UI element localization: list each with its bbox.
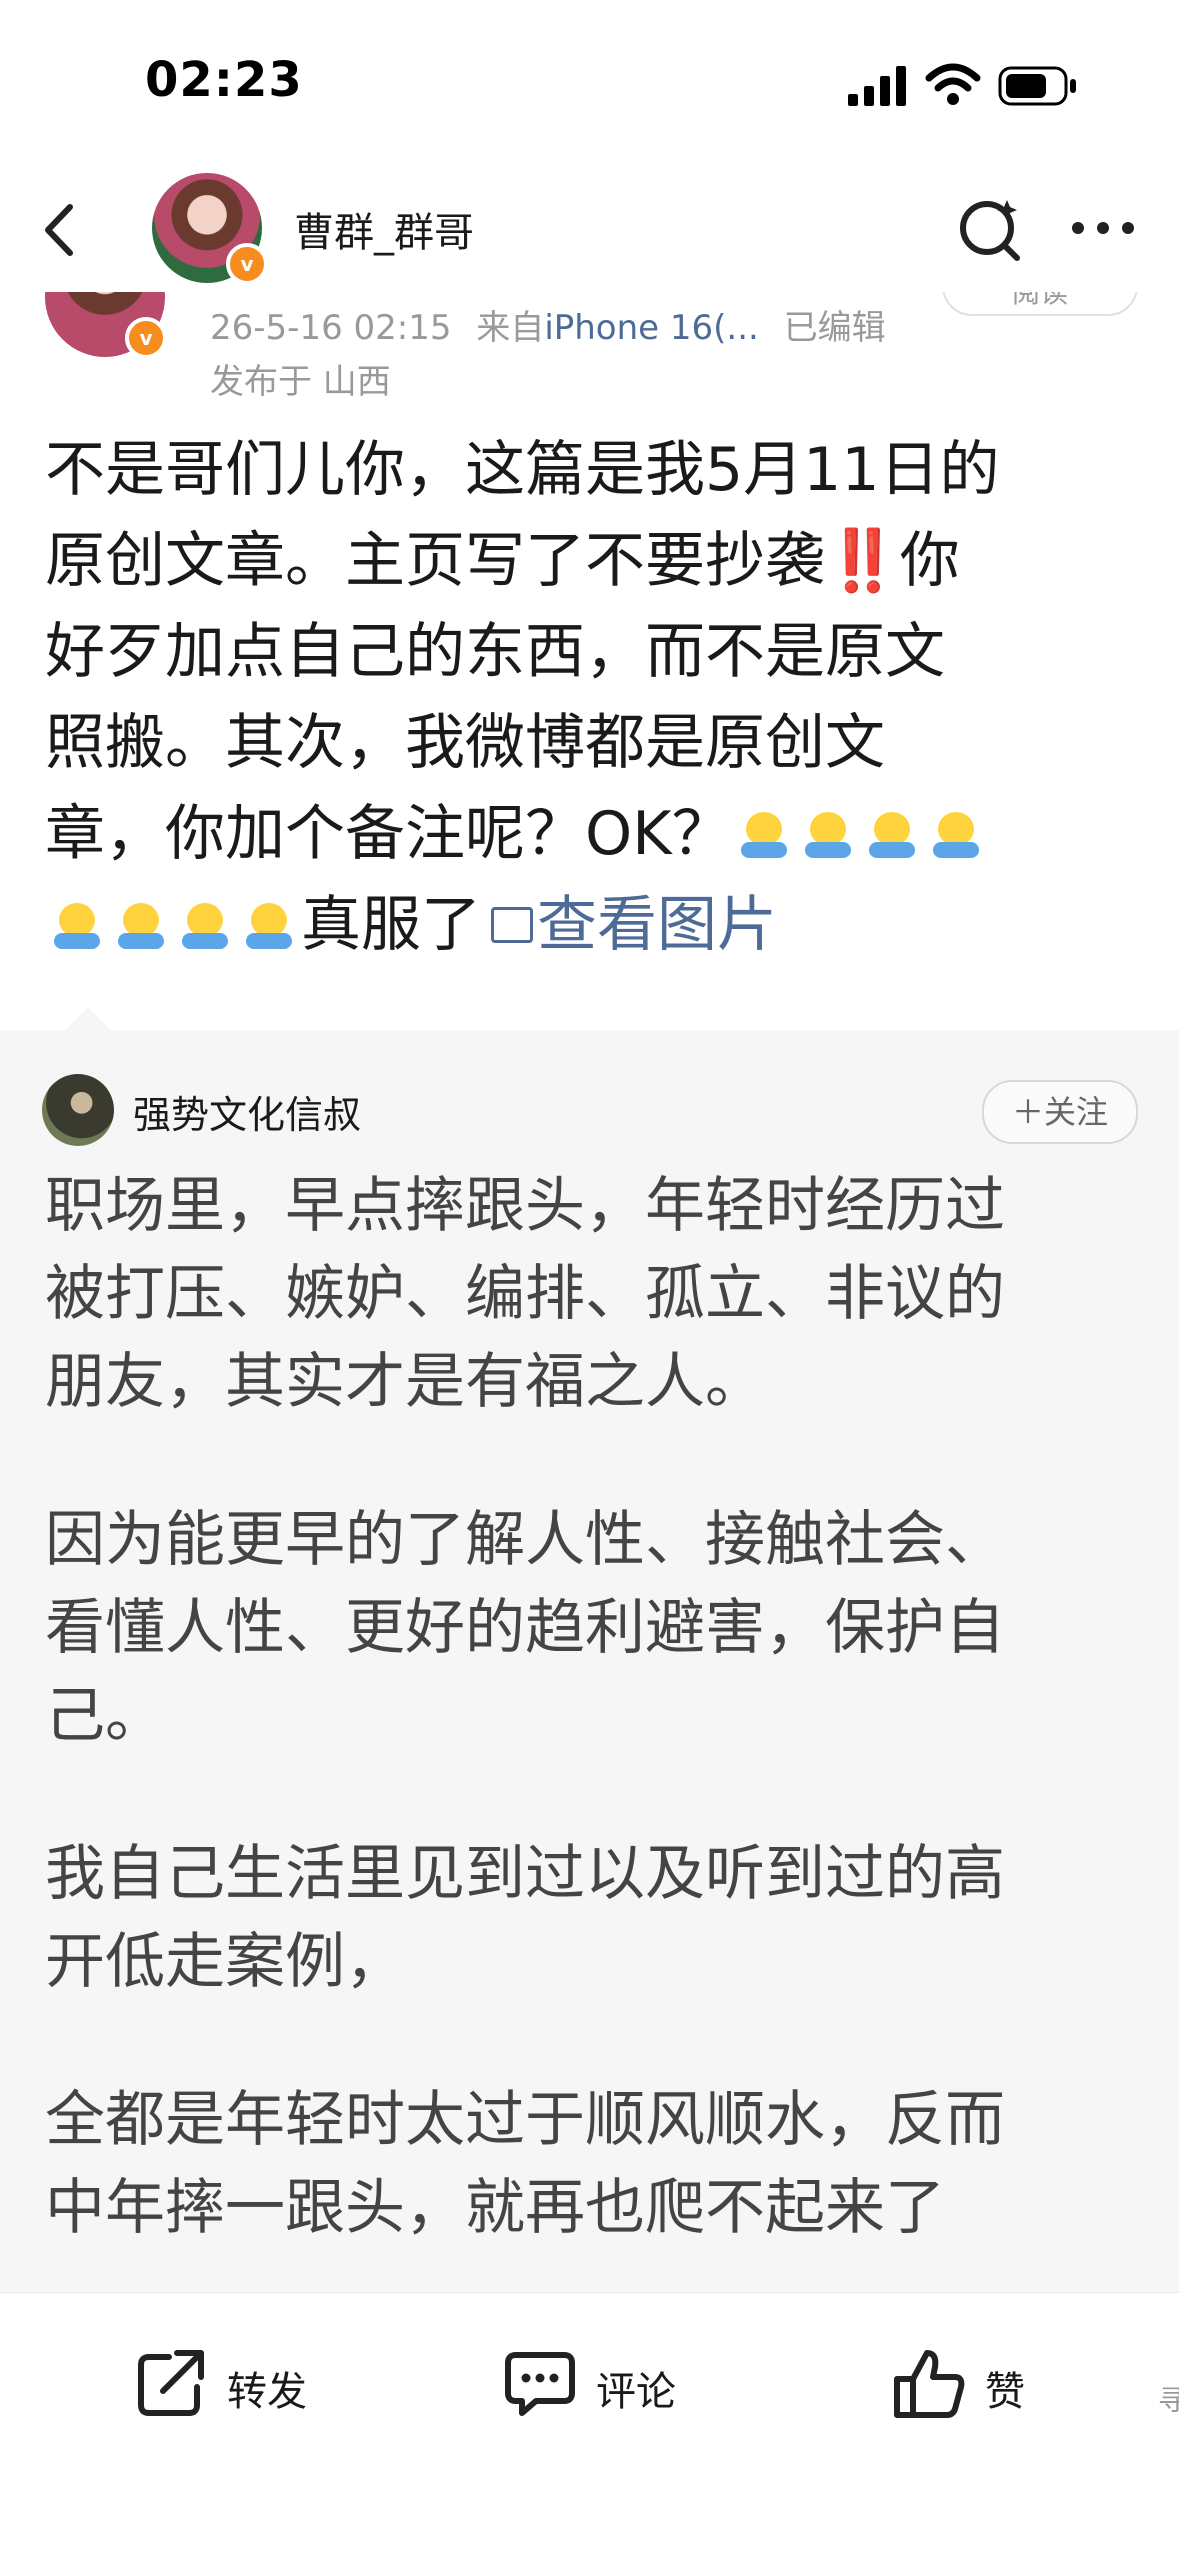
- post-timestamp: 26-5-16 02:15: [210, 308, 452, 348]
- author-name[interactable]: 曹群_群哥: [294, 200, 474, 258]
- post-line: 照搬。其次，我微博都是原创文: [45, 708, 885, 778]
- quoted-line: 被打压、嫉妒、编排、孤立、非议的: [45, 1259, 1005, 1329]
- double-exclamation-icon: ‼️: [825, 526, 900, 596]
- emoji-icon: [932, 812, 979, 858]
- quoted-author-avatar[interactable]: [42, 1074, 114, 1146]
- emoji-icon: [804, 812, 851, 858]
- post-line-text: 章，你加个备注呢？OK？: [45, 799, 732, 869]
- comment-icon: [505, 2352, 575, 2416]
- verified-badge-icon: v: [226, 243, 268, 285]
- emoji-icon: [868, 812, 915, 858]
- image-icon[interactable]: [491, 907, 533, 943]
- post-line: 章，你加个备注呢？OK？: [45, 789, 1145, 880]
- search-icon[interactable]: [955, 192, 1025, 262]
- quoted-line: 看懂人性、更好的趋利避害，保护自: [45, 1593, 1005, 1663]
- view-image-link[interactable]: 查看图片: [537, 890, 777, 960]
- thumbs-up-icon: [894, 2350, 965, 2418]
- quoted-line: 中年摔一跟头，就再也爬不起来了: [45, 2173, 945, 2243]
- like-button[interactable]: 赞: [891, 2333, 1091, 2433]
- quoted-line: 朋友，其实才是有福之人。: [45, 1347, 765, 1417]
- repost-icon: [138, 2350, 204, 2416]
- verified-badge-icon: v: [125, 317, 167, 359]
- emoji-icon: [54, 903, 100, 949]
- cellular-signal-icon: [848, 66, 906, 106]
- post-line-text: 原创文章。主页写了不要抄袭: [45, 526, 825, 596]
- post-line: 真服了 查看图片: [45, 880, 1145, 971]
- author-avatar[interactable]: v: [152, 173, 268, 285]
- post-source-prefix: 来自: [476, 308, 545, 348]
- post-edited-label[interactable]: 已编辑: [784, 308, 886, 348]
- bottom-action-bar: 转发 评论 赞 寻: [0, 2292, 1179, 2557]
- post-card: v 阅读 26-5-16 02:15 来自iPhone 16(... 已编辑 发…: [0, 292, 1179, 1030]
- like-label: 赞: [985, 2369, 1025, 2415]
- emoji-icon: [246, 903, 292, 949]
- quoted-author-name[interactable]: 强势文化信叔: [133, 1084, 361, 1139]
- quoted-body: 职场里，早点摔跟头，年轻时经历过 被打压、嫉妒、编排、孤立、非议的 朋友，其实才…: [45, 1162, 1145, 2252]
- repost-label: 转发: [227, 2369, 307, 2415]
- post-line: 好歹加点自己的东西，而不是原文: [45, 617, 945, 687]
- post-line: 不是哥们儿你，这篇是我5月11日的: [45, 435, 1000, 505]
- quoted-line: 职场里，早点摔跟头，年轻时经历过: [45, 1171, 1005, 1241]
- post-author-avatar[interactable]: v: [45, 292, 167, 359]
- comment-label: 评论: [596, 2369, 676, 2415]
- quoted-post[interactable]: 强势文化信叔 ＋关注 职场里，早点摔跟头，年轻时经历过 被打压、嫉妒、编排、孤立…: [0, 1030, 1179, 2292]
- quoted-line: 开低走案例，: [45, 1927, 405, 1997]
- emoji-icon: [118, 903, 164, 949]
- quoted-line: 我自己生活里见到过以及听到过的高: [45, 1839, 1005, 1909]
- post-line: 原创文章。主页写了不要抄袭‼️你: [45, 516, 1145, 607]
- post-body: 不是哥们儿你，这篇是我5月11日的 原创文章。主页写了不要抄袭‼️你 好歹加点自…: [45, 425, 1145, 971]
- more-options-icon[interactable]: [1068, 218, 1138, 238]
- quoted-line: 己。: [45, 1681, 165, 1751]
- emoji-icon: [182, 903, 228, 949]
- status-time: 02:23: [145, 52, 303, 108]
- status-bar: 02:23: [0, 0, 1179, 170]
- quoted-line: 因为能更早的了解人性、接触社会、: [45, 1505, 1005, 1575]
- emoji-icon: [740, 812, 787, 858]
- nav-bar: v 曹群_群哥: [0, 170, 1179, 292]
- post-location: 发布于 山西: [210, 362, 391, 402]
- post-line-text: 你: [899, 526, 960, 596]
- comment-button[interactable]: 评论: [502, 2333, 702, 2433]
- wifi-icon: [925, 63, 981, 105]
- post-meta: 26-5-16 02:15 来自iPhone 16(... 已编辑: [210, 300, 886, 349]
- edge-glyph: 寻: [1158, 2384, 1179, 2417]
- post-device-link[interactable]: iPhone 16(...: [544, 308, 759, 348]
- follow-button[interactable]: ＋关注: [982, 1080, 1138, 1144]
- back-arrow-icon[interactable]: [30, 195, 90, 265]
- battery-icon: [998, 66, 1076, 106]
- post-line-text: 真服了: [301, 890, 481, 960]
- read-count-button[interactable]: 阅读: [942, 292, 1138, 316]
- repost-button[interactable]: 转发: [133, 2333, 333, 2433]
- quoted-line: 全都是年轻时太过于顺风顺水，反而: [45, 2085, 1005, 2155]
